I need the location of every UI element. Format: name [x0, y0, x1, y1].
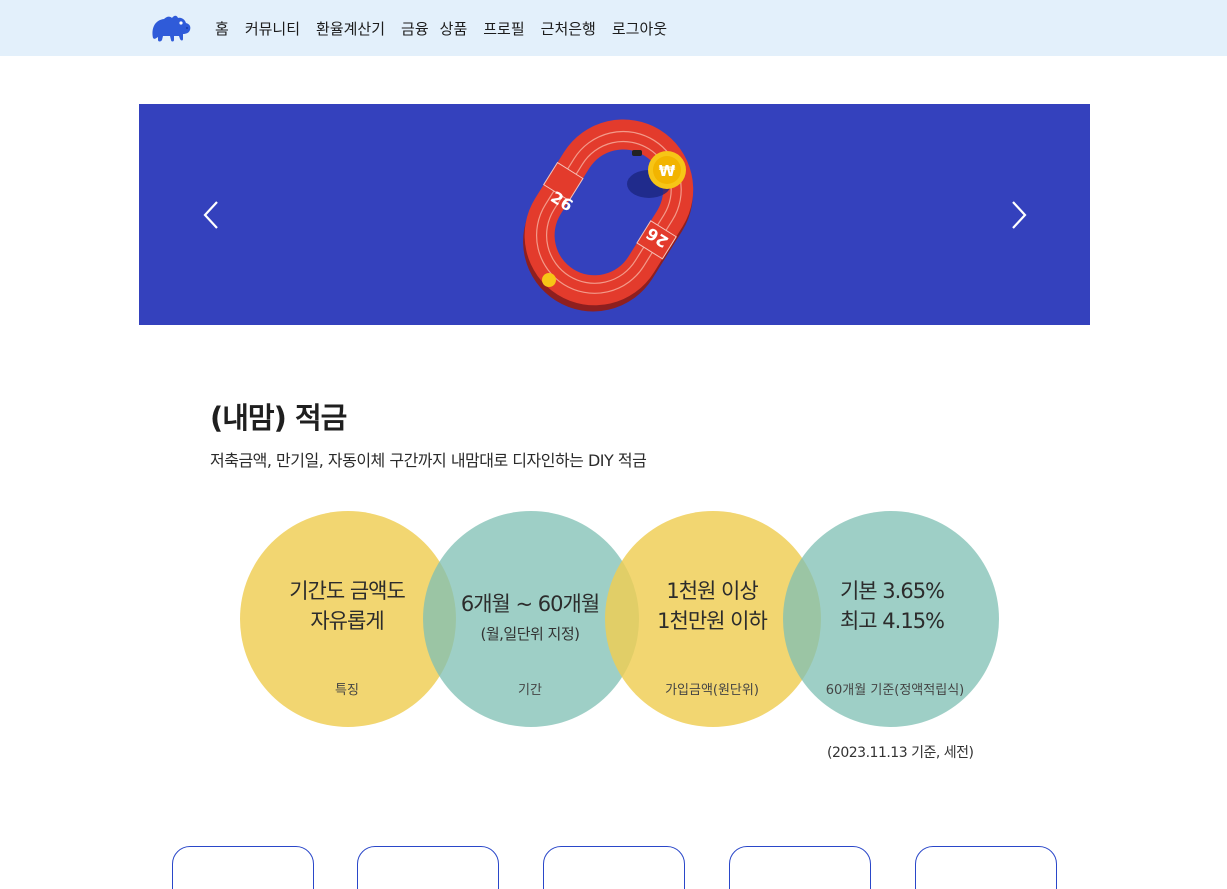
feature-label-text: 가입금액(원단위) [665, 683, 759, 698]
nav-item-finance[interactable]: 금융 [401, 18, 429, 39]
nav-menu: 홈 커뮤니티 환율계산기 금융 상품 프로필 근처은행 로그아웃 [215, 0, 683, 56]
product-description: 저축금액, 만기일, 자동이체 구간까지 내맘대로 디자인하는 DIY 적금 [210, 451, 647, 470]
nav-item-community[interactable]: 커뮤니티 [245, 18, 300, 39]
banner-carousel: 26 26 ₩ [139, 104, 1090, 325]
feature-main-line: 기본 3.65% [839, 579, 945, 603]
feature-label-text: 특징 [335, 683, 359, 698]
product-card[interactable] [543, 846, 685, 889]
product-card-row [172, 846, 1062, 889]
rate-basis-note: (2023.11.13 기준, 세전) [827, 745, 974, 761]
feature-label: 60개월 기준(정액적립식) [795, 679, 995, 698]
feature-sub-line: (월,일단위 지정) [480, 625, 580, 643]
feature-main-line: 1천만원 이하 [657, 609, 768, 633]
product-card[interactable] [915, 846, 1057, 889]
feature-circles: 기간도 금액도 자유롭게 6개월 ~ 60개월 (월,일단위 지정) 1천원 이… [235, 505, 1005, 735]
chevron-left-icon[interactable] [199, 200, 223, 230]
nav-item-home[interactable]: 홈 [215, 18, 229, 39]
feature-label-text: 기간 [518, 683, 542, 698]
feature-label-text: 60개월 기준(정액적립식) [825, 683, 965, 698]
svg-text:₩: ₩ [659, 162, 676, 180]
product-card[interactable] [729, 846, 871, 889]
top-navbar: 홈 커뮤니티 환율계산기 금융 상품 프로필 근처은행 로그아웃 [0, 0, 1227, 56]
feature-label: 특징 [262, 679, 432, 698]
product-card[interactable] [357, 846, 499, 889]
feature-main-line: 자유롭게 [310, 609, 384, 633]
chevron-right-icon[interactable] [1007, 200, 1031, 230]
nav-item-nearby-bank[interactable]: 근처은행 [541, 18, 596, 39]
feature-main-line: 6개월 ~ 60개월 [460, 592, 600, 616]
nav-item-profile[interactable]: 프로필 [483, 18, 524, 39]
nav-item-logout[interactable]: 로그아웃 [612, 18, 667, 39]
feature-main-line: 최고 4.15% [839, 609, 945, 633]
feature-main-line: 기간도 금액도 [289, 579, 406, 603]
feature-text-period: 6개월 ~ 60개월 (월,일단위 지정) [445, 589, 615, 645]
feature-main-line: 1천원 이상 [666, 579, 758, 603]
hippo-logo-icon[interactable] [150, 12, 192, 44]
feature-label: 기간 [445, 679, 615, 698]
product-card[interactable] [172, 846, 314, 889]
feature-text-characteristic: 기간도 금액도 자유롭게 [262, 576, 432, 636]
product-title: (내맘) 적금 [210, 401, 347, 435]
feature-label: 가입금액(원단위) [627, 679, 797, 698]
nav-item-products[interactable]: 상품 [440, 18, 468, 39]
running-track-coin-illustration: 26 26 ₩ [523, 119, 694, 312]
feature-text-rate: 기본 3.65% 최고 4.15% [807, 576, 977, 636]
nav-item-exchange-calculator[interactable]: 환율계산기 [316, 18, 385, 39]
feature-text-amount: 1천원 이상 1천만원 이하 [627, 576, 797, 636]
